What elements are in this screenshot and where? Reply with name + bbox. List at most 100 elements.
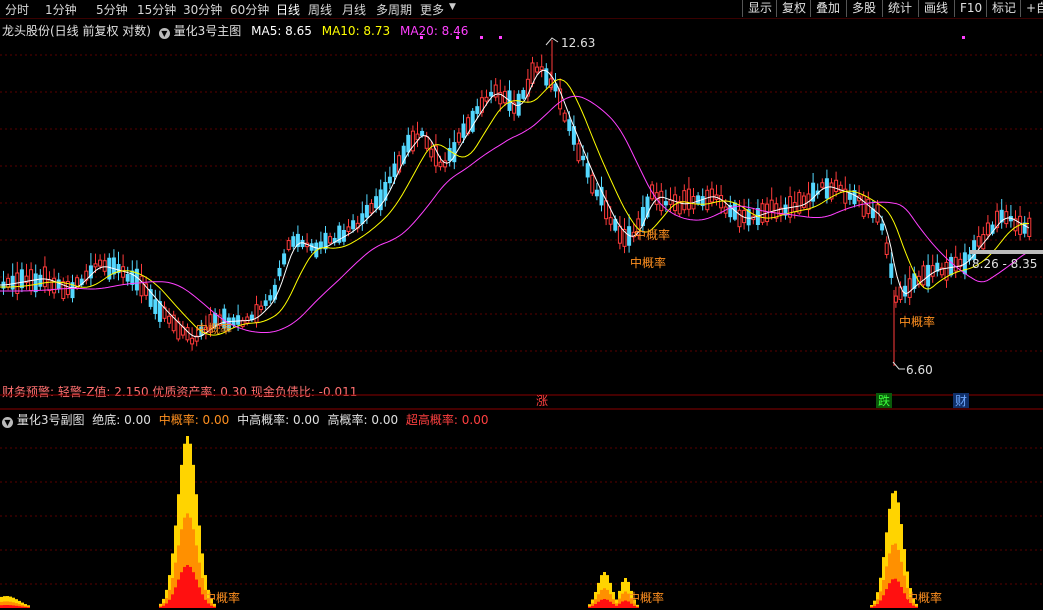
probability-histogram bbox=[0, 436, 918, 608]
histogram-bar-red bbox=[879, 600, 882, 608]
candle-body bbox=[489, 91, 494, 97]
candle-body bbox=[801, 195, 806, 208]
histogram-bar-red bbox=[597, 601, 600, 608]
candle-body bbox=[263, 300, 268, 306]
candle-body bbox=[985, 222, 990, 236]
histogram-bar-red bbox=[174, 587, 177, 608]
histogram-bar-red bbox=[9, 605, 12, 608]
candle-body bbox=[125, 273, 130, 282]
candle-body bbox=[663, 201, 668, 206]
histogram-bar-red bbox=[870, 607, 873, 608]
sub-signal-label: 中概率 bbox=[204, 590, 240, 605]
candle-body bbox=[585, 163, 590, 178]
signal-dot bbox=[499, 36, 502, 39]
histogram-bar-red bbox=[612, 603, 615, 608]
histogram-bar-red bbox=[591, 605, 594, 608]
candle-body bbox=[249, 314, 254, 321]
candle-body bbox=[617, 225, 622, 244]
candle-body bbox=[884, 242, 889, 255]
candle-body bbox=[461, 123, 466, 138]
histogram-bar-red bbox=[183, 566, 186, 608]
histogram-bar-red bbox=[900, 587, 903, 608]
histogram-bar-red bbox=[6, 605, 9, 608]
candle-body bbox=[562, 112, 567, 122]
histogram-bar-red bbox=[600, 599, 603, 608]
candle-body bbox=[976, 236, 981, 247]
histogram-bar-red bbox=[891, 579, 894, 608]
histogram-bar-red bbox=[12, 605, 15, 608]
candle-body bbox=[456, 132, 461, 143]
histogram-bar-red bbox=[609, 601, 612, 608]
candle-body bbox=[820, 182, 825, 188]
candle-body bbox=[921, 265, 926, 286]
candle-body bbox=[475, 106, 480, 114]
histogram-bar-red bbox=[888, 583, 891, 608]
histogram-bar-red bbox=[165, 603, 168, 608]
candle-body bbox=[686, 188, 691, 210]
histogram-bar-red bbox=[603, 599, 606, 608]
candle-body bbox=[167, 315, 172, 324]
candle-body bbox=[6, 277, 11, 288]
marker-rise[interactable]: 涨 bbox=[536, 393, 548, 408]
candle-body bbox=[93, 263, 98, 268]
candle-body bbox=[346, 226, 351, 232]
histogram-bar-red bbox=[588, 607, 591, 608]
histogram-bar-red bbox=[876, 604, 879, 608]
high-price-label: 12.63 bbox=[561, 36, 595, 50]
candle-body bbox=[111, 257, 116, 275]
candle-body bbox=[907, 278, 912, 298]
candle-body bbox=[392, 163, 397, 178]
histogram-bar-red bbox=[885, 589, 888, 608]
price-range-label: 8.26 - 8.35 bbox=[972, 257, 1037, 271]
candle-body bbox=[539, 66, 544, 71]
histogram-bar-red bbox=[3, 605, 6, 608]
histogram-bar-red bbox=[606, 599, 609, 608]
sub-signal-label: 中概率 bbox=[628, 590, 664, 605]
candle-body bbox=[590, 174, 595, 194]
histogram-bar-red bbox=[624, 600, 627, 608]
marker-finance[interactable]: 财 bbox=[955, 394, 967, 408]
candle-body bbox=[530, 62, 535, 84]
candle-body bbox=[374, 196, 379, 209]
histogram-bar-red bbox=[195, 579, 198, 608]
candle-body bbox=[328, 236, 333, 244]
histogram-bar-red bbox=[18, 606, 21, 608]
candle-body bbox=[953, 256, 958, 272]
histogram-bar-red bbox=[198, 587, 201, 608]
candle-body bbox=[852, 190, 857, 205]
price-range-box bbox=[970, 250, 1043, 254]
grid-lines bbox=[0, 54, 1043, 585]
candle-body bbox=[673, 194, 678, 212]
candle-body bbox=[351, 220, 356, 230]
candle-body bbox=[834, 179, 839, 192]
histogram-bar-red bbox=[915, 606, 918, 608]
candle-body bbox=[737, 209, 742, 228]
histogram-bar-red bbox=[897, 581, 900, 608]
kline-chart-area[interactable]: 12.63 6.60 8.26 - 8.35 中概率 中概率 中概率 中概率 涨… bbox=[0, 0, 1043, 610]
candle-body bbox=[709, 188, 714, 203]
histogram-bar-red bbox=[192, 572, 195, 608]
candle-body bbox=[420, 130, 425, 136]
histogram-bar-red bbox=[594, 603, 597, 608]
signal-label: 中概率 bbox=[899, 314, 935, 329]
histogram-bar-red bbox=[24, 607, 27, 608]
candle-body bbox=[185, 327, 190, 341]
candle-body bbox=[893, 295, 898, 303]
candle-body bbox=[268, 295, 273, 301]
candle-body bbox=[102, 260, 107, 272]
candle-body bbox=[576, 143, 581, 162]
histogram-bar-red bbox=[168, 599, 171, 608]
candle-body bbox=[452, 142, 457, 163]
low-price-label: 6.60 bbox=[906, 363, 933, 377]
candle-body bbox=[406, 134, 411, 153]
candle-body bbox=[190, 337, 195, 345]
marker-fall[interactable]: 跌 bbox=[878, 393, 890, 408]
histogram-bar-red bbox=[15, 605, 18, 608]
histogram-bar-red bbox=[189, 566, 192, 608]
candle-body bbox=[139, 275, 144, 297]
candle-body bbox=[824, 178, 829, 199]
candle-body bbox=[291, 236, 296, 247]
signal-label: 中概率 bbox=[630, 255, 666, 270]
candle-body bbox=[581, 155, 586, 161]
candle-body bbox=[254, 304, 259, 323]
